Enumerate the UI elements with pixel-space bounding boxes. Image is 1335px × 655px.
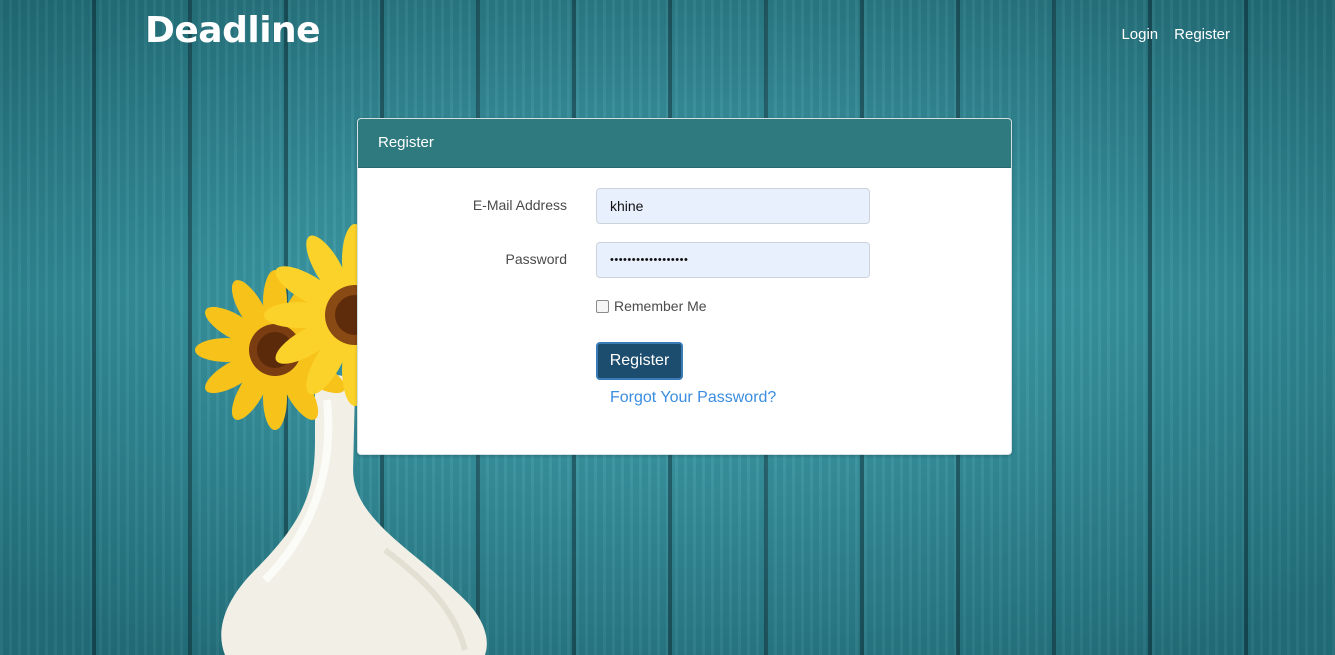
forgot-password-link[interactable]: Forgot Your Password? xyxy=(610,389,776,407)
nav-login-link[interactable]: Login xyxy=(1121,26,1158,43)
remember-me-checkbox[interactable] xyxy=(596,299,609,313)
register-panel: Register E-Mail Address khine Password •… xyxy=(357,118,1012,455)
top-nav: Login Register xyxy=(1121,26,1230,43)
remember-me[interactable]: Remember Me xyxy=(596,298,707,314)
brand-logo[interactable]: Deadline xyxy=(145,10,321,51)
password-field[interactable]: •••••••••••••••••• xyxy=(596,242,870,278)
email-label: E-Mail Address xyxy=(472,197,567,213)
nav-register-link[interactable]: Register xyxy=(1174,26,1230,43)
panel-title: Register xyxy=(358,119,1011,168)
email-field[interactable]: khine xyxy=(596,188,870,224)
register-button[interactable]: Register xyxy=(596,342,683,380)
remember-me-label: Remember Me xyxy=(614,298,707,314)
password-label: Password xyxy=(505,251,567,267)
